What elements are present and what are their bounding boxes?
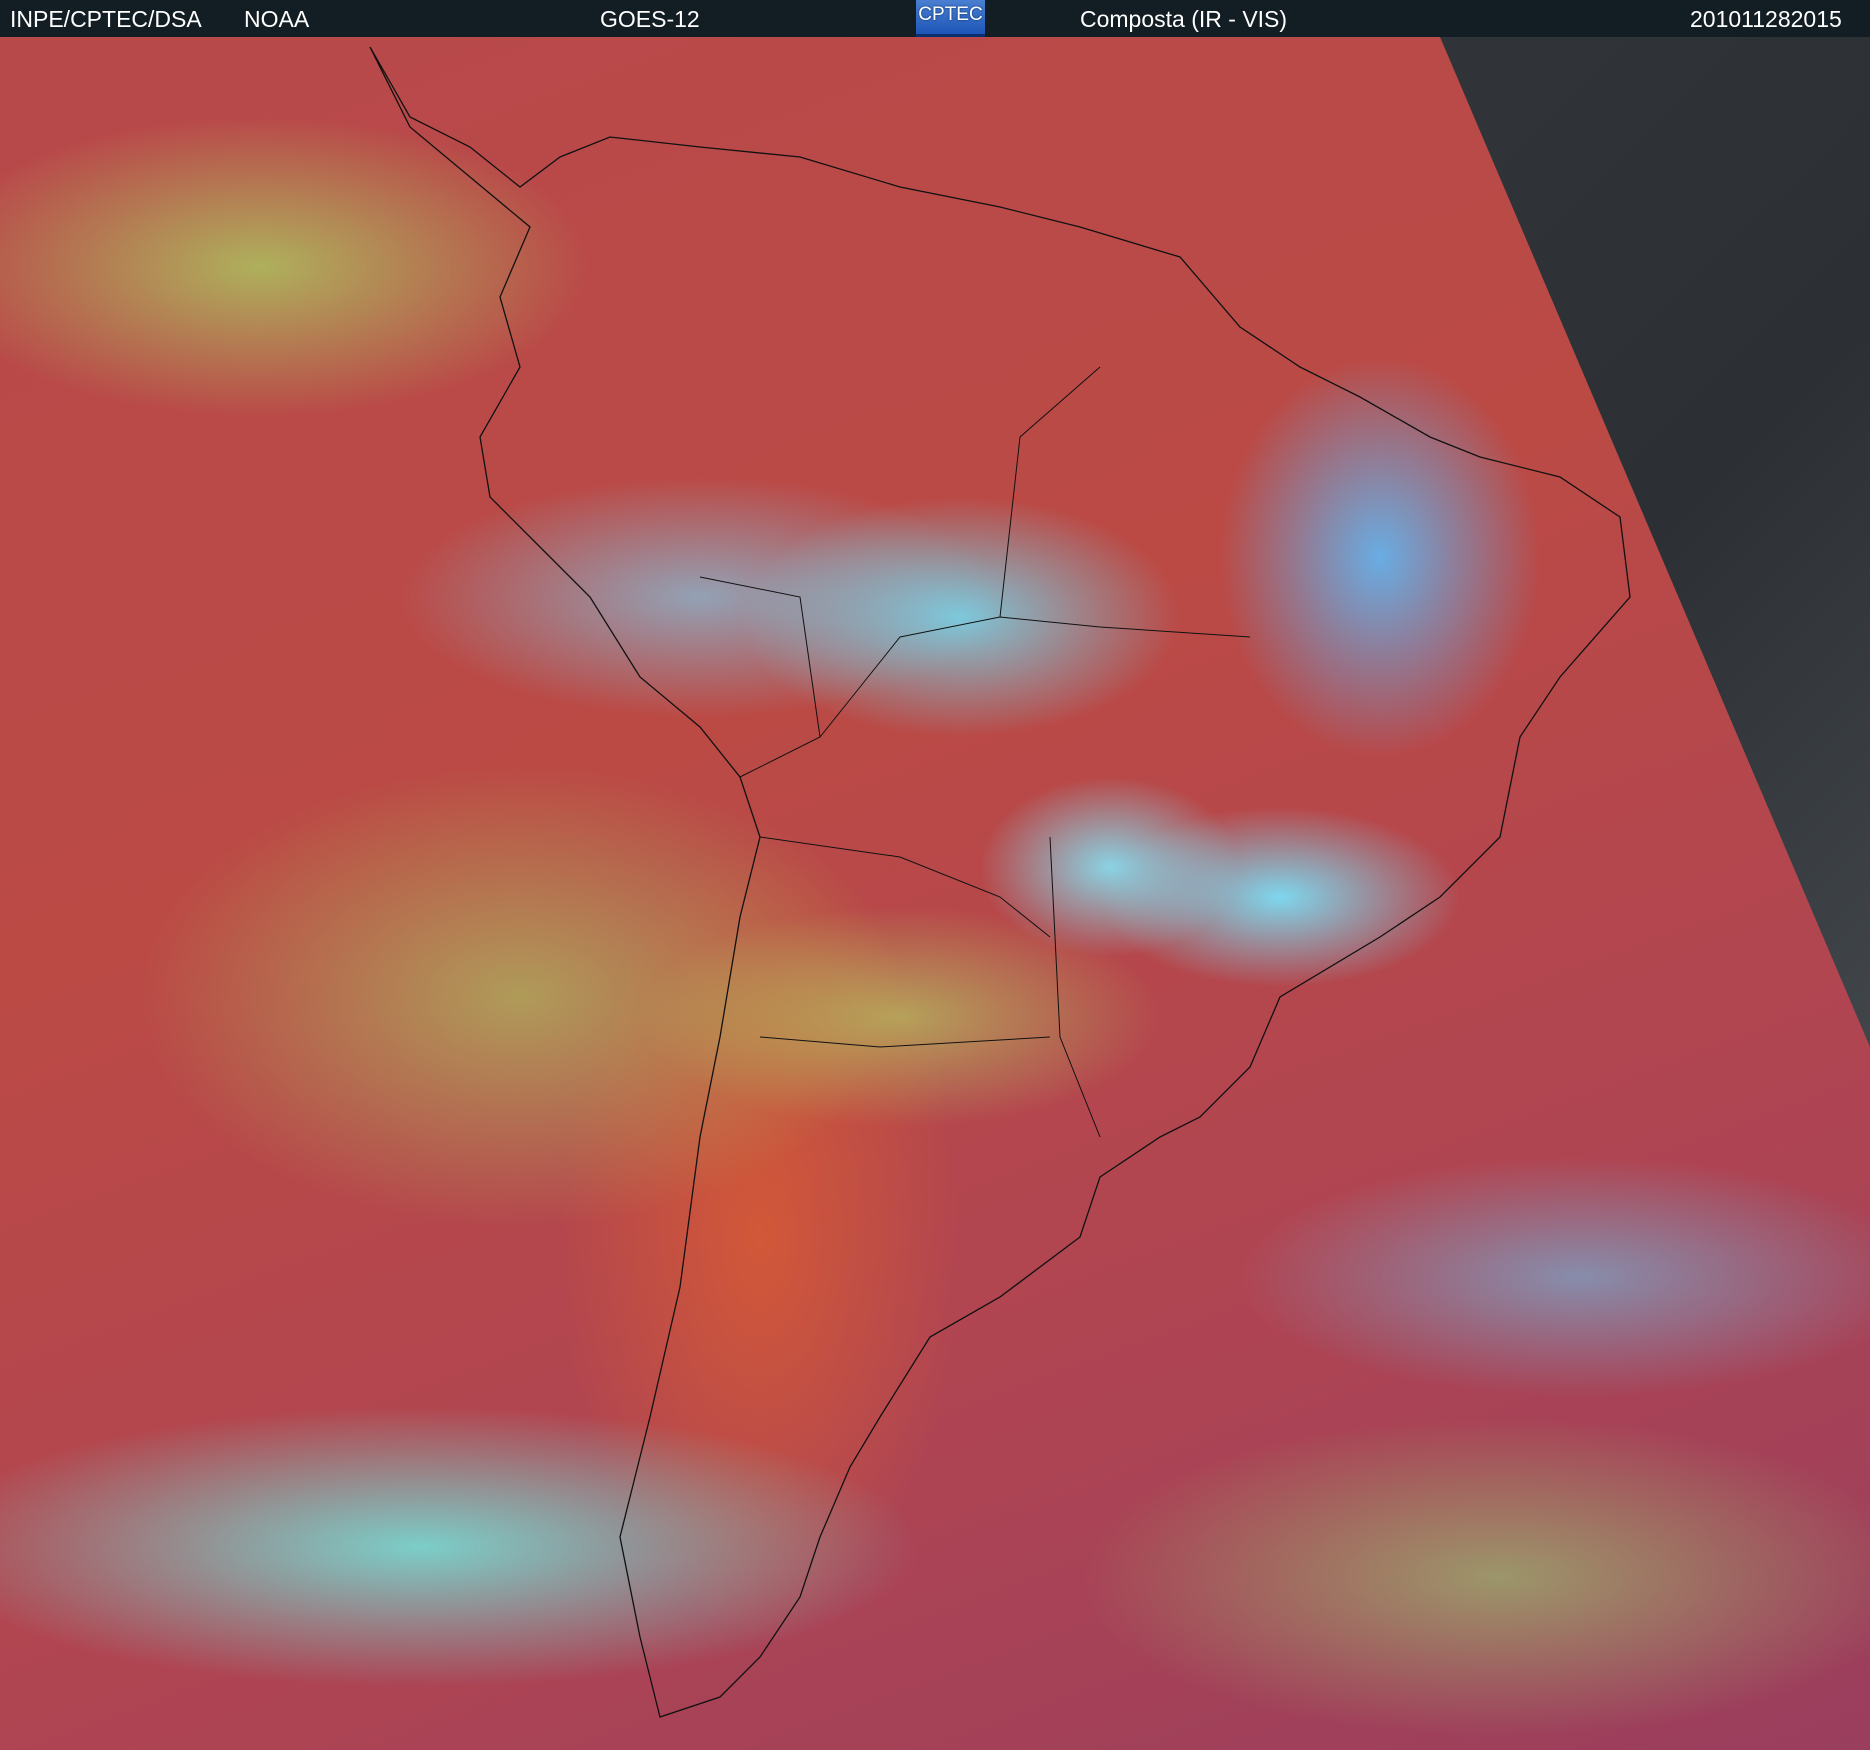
coastline-overlay <box>369 46 1631 1718</box>
product-label: Composta (IR - VIS) <box>1080 6 1288 32</box>
country-borders <box>699 366 1251 1138</box>
header-bar: INPE/CPTEC/DSA NOAA GOES-12 CPTEC Compos… <box>0 0 1870 37</box>
source-label: NOAA <box>244 6 310 32</box>
satellite-label: GOES-12 <box>600 6 700 32</box>
timestamp-label: 201011282015 <box>1690 6 1842 32</box>
cptec-logo: CPTEC <box>916 0 985 37</box>
south-america-outline <box>369 46 1631 1718</box>
satellite-image <box>0 37 1870 1750</box>
agency-label: INPE/CPTEC/DSA <box>10 6 202 32</box>
